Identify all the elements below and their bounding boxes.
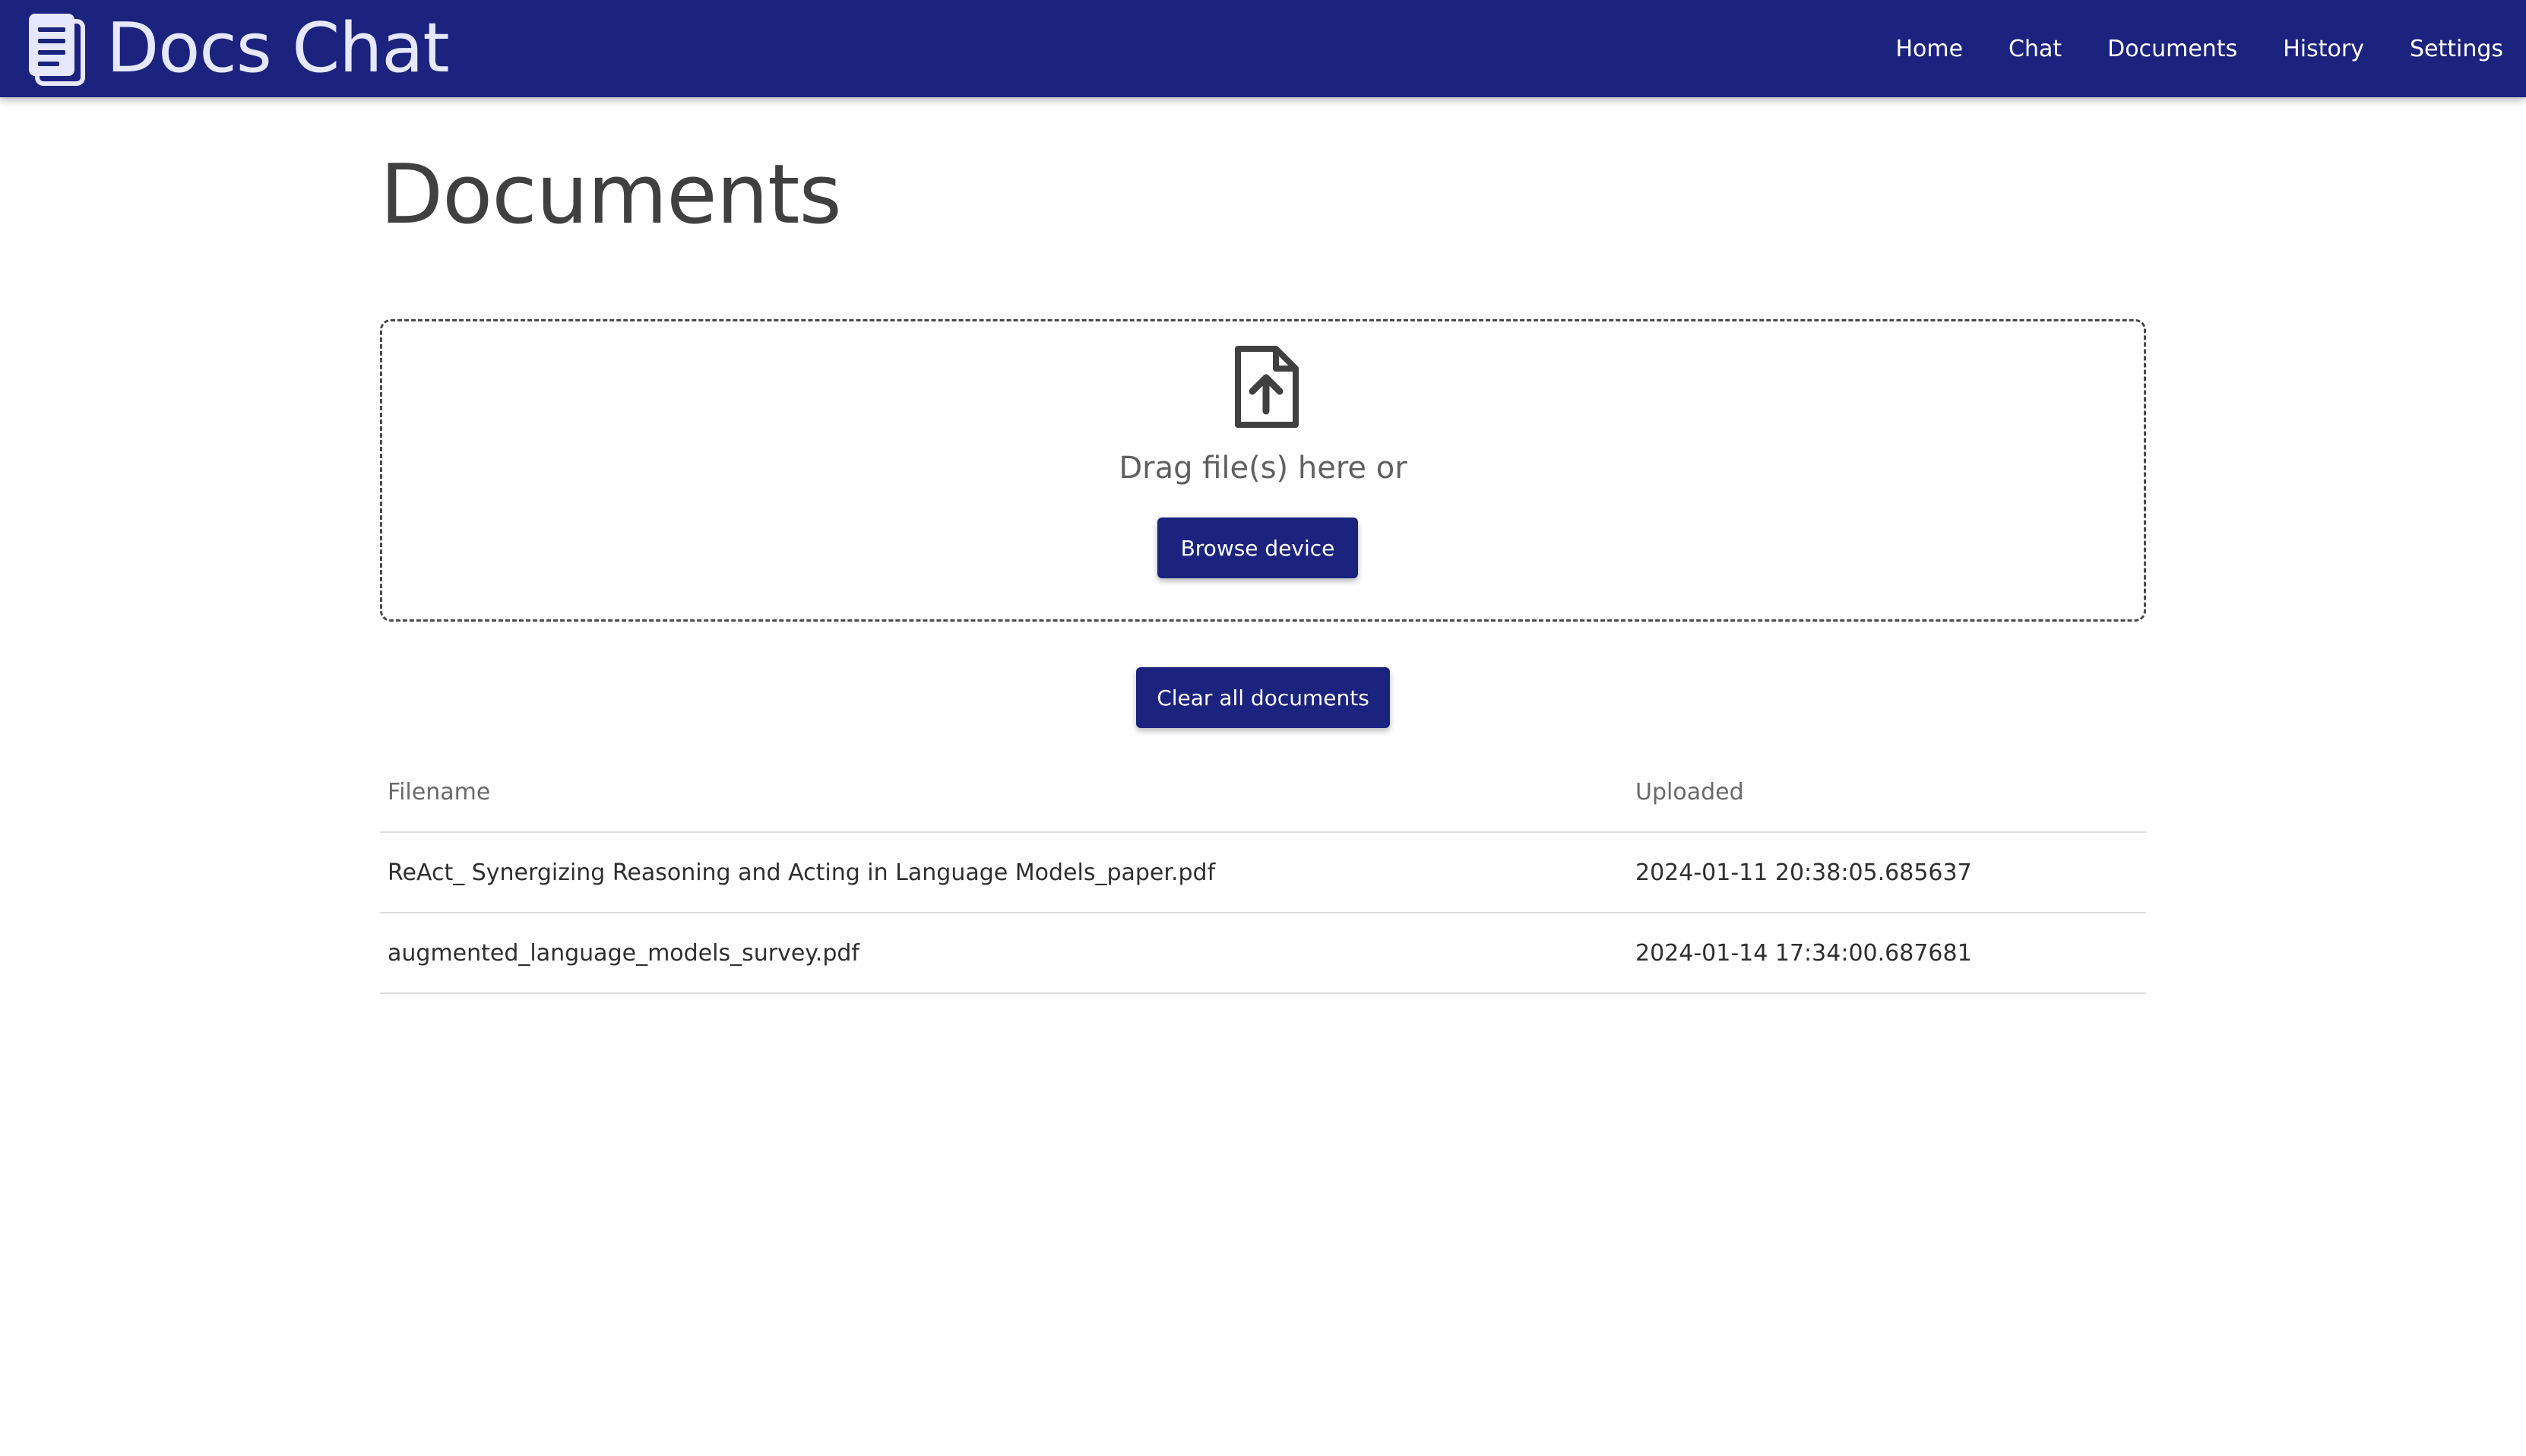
- filename-column-header: Filename: [388, 778, 491, 806]
- documents-table: Filename Uploaded ReAct_ Synergizing Rea…: [380, 752, 2146, 994]
- app-title: Docs Chat: [106, 8, 450, 88]
- app-brand[interactable]: Docs Chat: [26, 8, 450, 88]
- file-upload-icon: [1235, 346, 1299, 428]
- drag-files-prompt: Drag file(s) here or: [1119, 451, 1407, 486]
- main-navigation: Home Chat Documents History Settings: [1895, 0, 2503, 97]
- nav-item-home[interactable]: Home: [1895, 36, 1963, 62]
- nav-item-documents[interactable]: Documents: [2107, 36, 2237, 62]
- page-title: Documents: [380, 147, 842, 242]
- clear-all-documents-button[interactable]: Clear all documents: [1136, 667, 1390, 728]
- nav-item-settings[interactable]: Settings: [2410, 36, 2503, 62]
- filename-cell: augmented_language_models_survey.pdf: [388, 939, 859, 967]
- table-row[interactable]: ReAct_ Synergizing Reasoning and Acting …: [380, 833, 2146, 913]
- table-header-row: Filename Uploaded: [380, 752, 2146, 833]
- document-icon: [29, 14, 85, 86]
- uploaded-cell: 2024-01-11 20:38:05.685637: [1635, 859, 1972, 886]
- browse-device-button[interactable]: Browse device: [1157, 518, 1358, 578]
- nav-item-chat[interactable]: Chat: [2008, 36, 2062, 62]
- top-navigation-bar: Docs Chat Home Chat Documents History Se…: [0, 0, 2526, 97]
- uploaded-cell: 2024-01-14 17:34:00.687681: [1635, 939, 1972, 967]
- filename-cell: ReAct_ Synergizing Reasoning and Acting …: [388, 859, 1216, 886]
- nav-item-history[interactable]: History: [2283, 36, 2364, 62]
- uploaded-column-header: Uploaded: [1635, 778, 1744, 806]
- table-row[interactable]: augmented_language_models_survey.pdf 202…: [380, 913, 2146, 994]
- file-dropzone[interactable]: Drag file(s) here or Browse device: [380, 319, 2146, 622]
